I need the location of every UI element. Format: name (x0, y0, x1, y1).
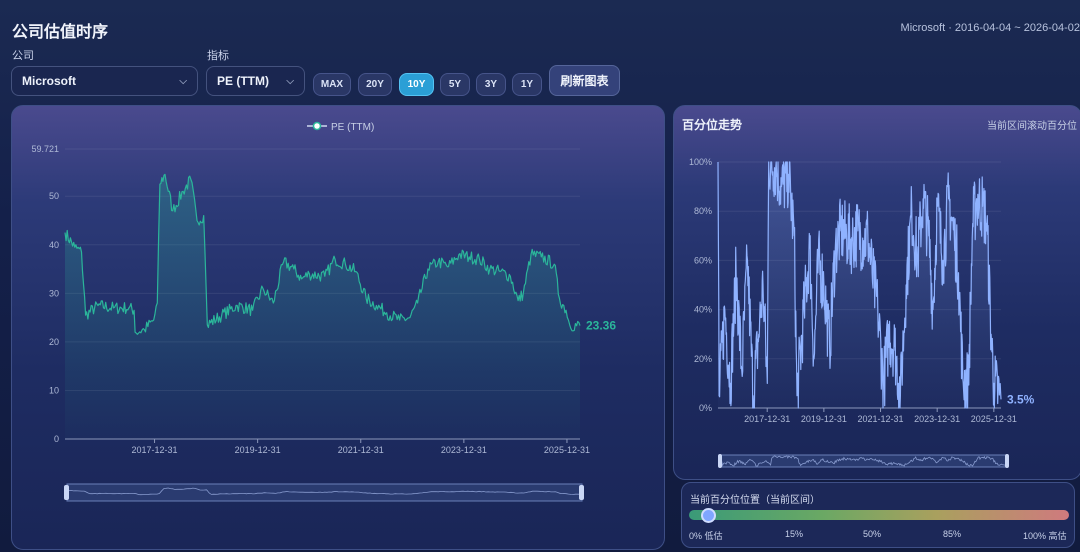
company-select[interactable]: Microsoft ⌵ (11, 66, 198, 96)
metric-select-value: PE (TTM) (217, 74, 269, 88)
gauge-tick-low: 0% 低估 (689, 531, 723, 541)
y-tick-label: 0 (54, 434, 59, 444)
gauge-tick-15: 15% (785, 529, 804, 539)
y-tick-label: 20 (49, 337, 59, 347)
chevron-down-icon: ⌵ (286, 75, 294, 87)
company-select-value: Microsoft (22, 74, 76, 88)
x-tick-label: 2021-12-31 (338, 445, 384, 455)
zoom-slider-left-handle[interactable] (64, 485, 69, 500)
y-tick-label: 0% (699, 403, 712, 413)
percentile-panel-subtitle: 当前区间滚动百分位 (987, 121, 1077, 132)
gauge-tick-85: 85% (943, 529, 962, 539)
legend-dot-marker (312, 121, 322, 131)
percentile-zoom-right-handle[interactable] (1005, 454, 1009, 468)
percentile-panel-title: 百分位走势 (682, 118, 743, 132)
x-tick-label: 2017-12-31 (132, 445, 178, 455)
last-value-label: 23.36 (586, 319, 616, 333)
y-tick-label: 40% (694, 305, 712, 315)
date-range-info: Microsoft · 2016-04-04 ~ 2026-04-02 (900, 22, 1080, 34)
gauge-title: 当前百分位位置（当前区间） (690, 495, 820, 506)
y-max-label: 59.721 (31, 144, 59, 154)
series-area (65, 174, 580, 439)
legend-label: PE (TTM) (331, 122, 374, 133)
x-tick-label: 2023-12-31 (914, 414, 960, 424)
percentile-zoom-left-handle[interactable] (718, 454, 722, 468)
last-value-label: 3.5% (1007, 392, 1035, 406)
x-tick-label: 2025-12-31 (544, 445, 590, 455)
y-tick-label: 80% (694, 206, 712, 216)
x-tick-label: 2025-12-31 (971, 414, 1017, 424)
y-tick-label: 20% (694, 354, 712, 364)
pe-chart-panel: 0 10 20 30 40 50 59.721 2017-12-31 2019-12-31 202… (11, 105, 665, 550)
x-tick-label: 2021-12-31 (857, 414, 903, 424)
percentile-chart: 0% 20% 40% 60% 80% 100% 2017-12-31 2019-12-31 20… (689, 157, 1035, 468)
metric-label: 指标 (207, 50, 229, 62)
gauge-tick-high: 100% 高估 (1023, 531, 1067, 541)
range-button-max[interactable]: MAX (313, 73, 351, 96)
y-tick-label: 10 (49, 385, 59, 395)
gauge-tick-50: 50% (863, 529, 882, 539)
metric-select[interactable]: PE (TTM) ⌵ (206, 66, 305, 96)
refresh-chart-button[interactable]: 刷新图表 (549, 65, 620, 96)
y-tick-label: 100% (689, 157, 712, 167)
range-button-20y[interactable]: 20Y (358, 73, 392, 96)
y-tick-label: 40 (49, 240, 59, 250)
company-label: 公司 (12, 50, 34, 62)
range-button-10y[interactable]: 10Y (399, 73, 434, 96)
pe-chart: 0 10 20 30 40 50 59.721 2017-12-31 2019-12-31 202… (31, 121, 616, 502)
x-tick-label: 2017-12-31 (744, 414, 790, 424)
chevron-down-icon: ⌵ (179, 75, 187, 87)
x-tick-label: 2019-12-31 (235, 445, 281, 455)
y-tick-label: 50 (49, 191, 59, 201)
gauge-position-knob (700, 508, 716, 523)
range-button-1y[interactable]: 1Y (512, 73, 542, 96)
percentile-gauge: 当前百分位位置（当前区间） 0% 低估 15% 50% 85% 100% 高估 (681, 482, 1075, 548)
gauge-gradient-bar (689, 510, 1069, 520)
percentile-zoom-track[interactable] (719, 454, 1008, 468)
range-button-3y[interactable]: 3Y (476, 73, 506, 96)
y-tick-label: 30 (49, 288, 59, 298)
x-tick-label: 2023-12-31 (441, 445, 487, 455)
x-tick-label: 2019-12-31 (801, 414, 847, 424)
zoom-slider-right-handle[interactable] (579, 485, 584, 500)
range-button-5y[interactable]: 5Y (440, 73, 470, 96)
page-title: 公司估值时序 (12, 24, 109, 41)
y-tick-label: 60% (694, 255, 712, 265)
percentile-panel: 百分位走势 当前区间滚动百分位 0% 20% 40% 60% 80% 100% 2017-1… (673, 105, 1080, 480)
